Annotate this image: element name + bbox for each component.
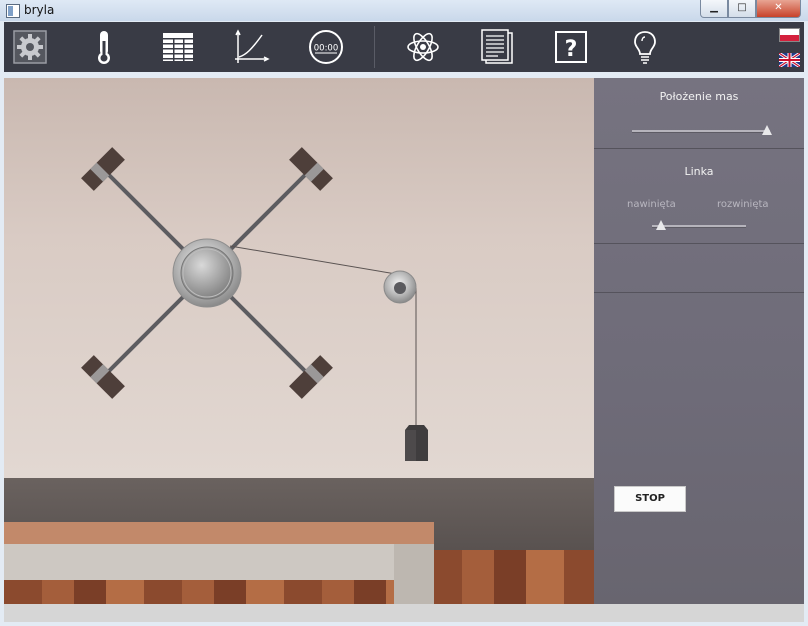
timer-text: 00:00 bbox=[314, 44, 339, 54]
pulley bbox=[383, 270, 417, 304]
flag-en-button[interactable] bbox=[778, 51, 801, 69]
stop-button[interactable]: STOP bbox=[614, 486, 686, 512]
maximize-button[interactable]: □ bbox=[728, 0, 756, 18]
rotor-disc bbox=[172, 238, 242, 308]
mass-position-section: Położenie mas bbox=[594, 78, 804, 149]
hanging-weight bbox=[405, 425, 428, 461]
mass-position-slider-thumb[interactable] bbox=[762, 125, 773, 135]
string-label: Linka bbox=[684, 165, 714, 178]
graph-icon[interactable] bbox=[233, 28, 271, 66]
string-section: Linka nawinięta rozwinięta bbox=[594, 149, 804, 244]
gear-icon[interactable] bbox=[11, 28, 49, 66]
document-icon[interactable] bbox=[478, 28, 516, 66]
string-upper bbox=[229, 245, 397, 275]
toolbar: 00:00 ? bbox=[4, 22, 804, 72]
help-text: ? bbox=[565, 37, 578, 62]
simulation-scene bbox=[4, 78, 594, 604]
timer-icon[interactable]: 00:00 bbox=[307, 28, 345, 66]
thermometer-icon[interactable] bbox=[85, 28, 123, 66]
string-slider-thumb[interactable] bbox=[656, 220, 667, 230]
lightbulb-icon[interactable] bbox=[626, 28, 664, 66]
window-controls: ▁ □ ✕ bbox=[700, 0, 801, 18]
string-wound-label: nawinięta bbox=[627, 199, 676, 210]
window-bottom-edge bbox=[0, 622, 808, 626]
mass-position-label: Położenie mas bbox=[659, 90, 739, 103]
app-icon bbox=[6, 4, 20, 18]
table-icon[interactable] bbox=[159, 28, 197, 66]
status-strip bbox=[4, 604, 804, 622]
minimize-button[interactable]: ▁ bbox=[700, 0, 728, 18]
toolbar-separator bbox=[374, 26, 375, 68]
help-icon[interactable]: ? bbox=[552, 28, 590, 66]
control-panel: Położenie mas Linka nawinięta rozwinięta bbox=[594, 78, 804, 604]
mass-position-slider[interactable] bbox=[632, 130, 770, 133]
title-bar: bryla ▁ □ ✕ bbox=[0, 0, 808, 22]
flag-pl-button[interactable] bbox=[779, 28, 800, 42]
window-title: bryla bbox=[24, 3, 55, 17]
rigid-body-apparatus bbox=[81, 147, 428, 461]
close-button[interactable]: ✕ bbox=[756, 0, 801, 18]
atom-icon[interactable] bbox=[404, 28, 442, 66]
empty-section bbox=[594, 244, 804, 293]
string-unwound-label: rozwinięta bbox=[717, 199, 769, 210]
